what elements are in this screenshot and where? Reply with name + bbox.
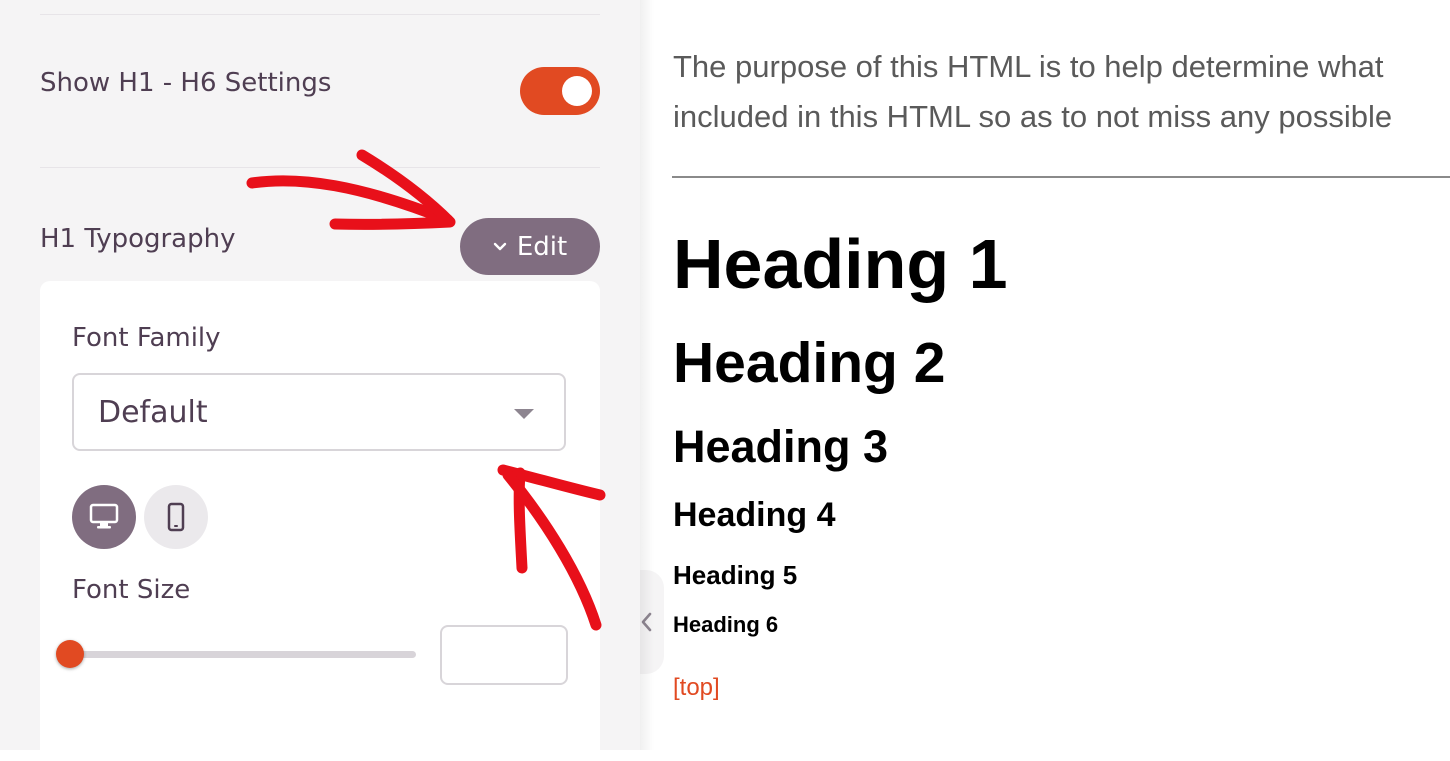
font-family-value: Default <box>98 395 208 430</box>
heading-2: Heading 2 <box>673 331 946 395</box>
show-headings-toggle[interactable] <box>520 67 600 115</box>
toggle-knob <box>562 76 592 106</box>
chevron-down-icon <box>493 242 507 250</box>
intro-line: included in this HTML so as to not miss … <box>673 99 1393 134</box>
heading-6: Heading 6 <box>673 612 779 637</box>
horizontal-rule <box>672 176 1450 178</box>
show-headings-label: Show H1 - H6 Settings <box>40 68 332 98</box>
settings-panel: Show H1 - H6 Settings H1 Typography Edit… <box>0 0 640 761</box>
heading-3: Heading 3 <box>673 421 889 472</box>
font-family-select[interactable]: Default <box>72 373 566 451</box>
slider-thumb[interactable] <box>56 640 84 668</box>
font-size-input[interactable] <box>440 625 568 685</box>
mobile-device-button[interactable] <box>144 485 208 549</box>
top-link[interactable]: [top] <box>673 674 720 702</box>
heading-5: Heading 5 <box>673 560 798 590</box>
heading-1: Heading 1 <box>673 225 1008 303</box>
typography-card: Font Family Default Font Size <box>40 281 600 761</box>
caret-down-icon <box>514 409 534 419</box>
heading-4: Heading 4 <box>673 496 836 534</box>
desktop-icon <box>89 503 119 529</box>
edit-button-label: Edit <box>516 231 568 262</box>
panel-shadow <box>640 0 654 750</box>
font-size-label: Font Size <box>72 575 191 605</box>
font-size-slider[interactable] <box>56 640 416 668</box>
font-family-label: Font Family <box>72 323 221 353</box>
edit-button[interactable]: Edit <box>460 218 600 275</box>
mobile-icon <box>167 502 185 532</box>
intro-paragraph: The purpose of this HTML is to help dete… <box>673 42 1433 142</box>
divider <box>40 167 600 168</box>
divider <box>40 14 600 15</box>
intro-line: The purpose of this HTML is to help dete… <box>673 49 1384 84</box>
desktop-device-button[interactable] <box>72 485 136 549</box>
h1-typography-label: H1 Typography <box>40 224 236 254</box>
